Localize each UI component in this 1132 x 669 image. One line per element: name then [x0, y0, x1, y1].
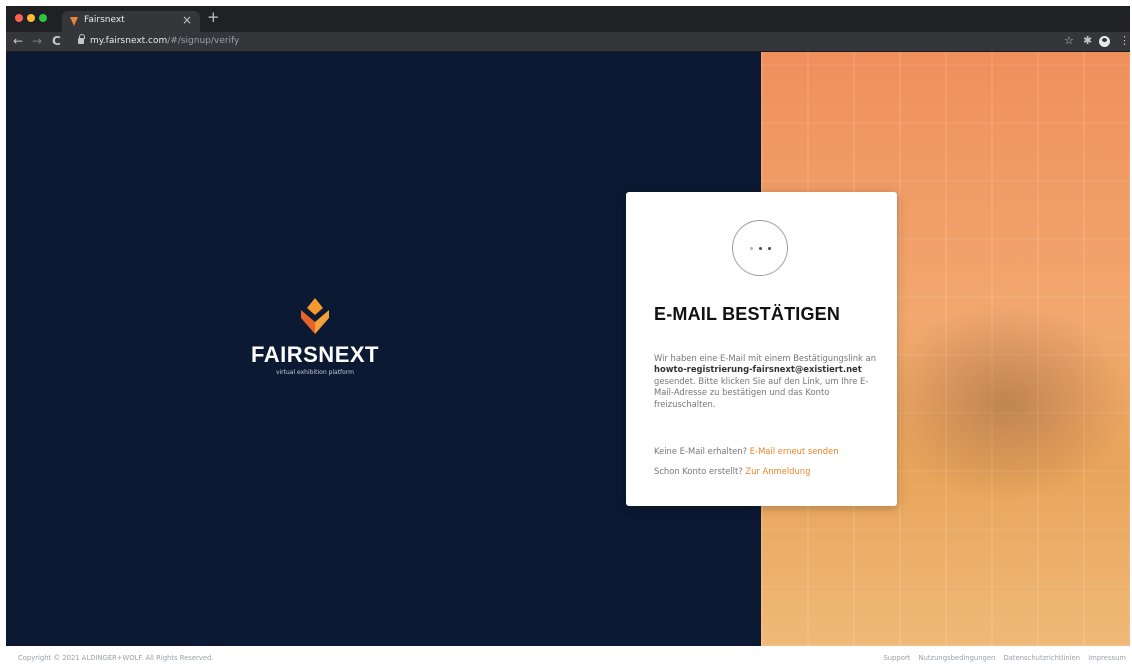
minimize-window-button[interactable]	[27, 14, 35, 22]
close-tab-icon[interactable]: ×	[182, 13, 192, 27]
favicon-icon	[70, 17, 78, 26]
lock-icon	[78, 34, 85, 44]
address-bar[interactable]: my.fairsnext.com/#/signup/verify	[90, 36, 239, 46]
tab-title: Fairsnext	[84, 15, 125, 25]
url-path: /#/signup/verify	[167, 36, 240, 46]
maximize-window-button[interactable]	[39, 14, 47, 22]
login-line: Schon Konto erstellt? Zur Anmeldung	[654, 466, 810, 476]
new-tab-button[interactable]: +	[207, 10, 220, 25]
message-text-after: gesendet. Bitte klicken Sie auf den Link…	[654, 375, 869, 409]
page-footer: Copyright © 2021 ALDINGER+WOLF. All Righ…	[0, 646, 1132, 669]
verify-message: Wir haben eine E-Mail mit einem Bestätig…	[654, 353, 876, 410]
logo-tagline: virtual exhibition platform	[275, 369, 355, 376]
tab-bar: Fairsnext × +	[6, 6, 1130, 32]
profile-icon[interactable]	[1099, 36, 1110, 47]
logo-wordmark: FAIRSNEXT	[251, 342, 379, 367]
verify-email-card: E-MAIL BESTÄTIGEN Wir haben eine E-Mail …	[626, 192, 897, 506]
bookmark-star-icon[interactable]: ☆	[1064, 34, 1074, 48]
footer-links: Support Nutzungsbedingungen Datenschutzr…	[877, 654, 1126, 662]
page-title: E-MAIL BESTÄTIGEN	[654, 304, 841, 324]
url-host: my.fairsnext.com	[90, 36, 168, 46]
copyright-text: Copyright © 2021 ALDINGER+WOLF. All Righ…	[18, 654, 214, 662]
close-window-button[interactable]	[15, 14, 23, 22]
login-prompt: Schon Konto erstellt?	[654, 466, 743, 476]
loading-spinner-icon	[732, 220, 788, 276]
browser-menu-icon[interactable]: ⋮	[1119, 34, 1130, 48]
browser-window: Fairsnext × + ← → C my.fairsnext.com/#/s…	[6, 6, 1130, 646]
resend-email-link[interactable]: E-Mail erneut senden	[750, 446, 839, 456]
back-button[interactable]: ←	[13, 33, 23, 49]
extensions-icon[interactable]: ✱	[1083, 34, 1092, 48]
login-link[interactable]: Zur Anmeldung	[745, 466, 810, 476]
browser-toolbar: ← → C my.fairsnext.com/#/signup/verify ☆…	[6, 32, 1130, 52]
footer-link-terms[interactable]: Nutzungsbedingungen	[918, 654, 995, 662]
footer-link-imprint[interactable]: Impressum	[1088, 654, 1126, 662]
fairsnext-logo: FAIRSNEXT virtual exhibition platform	[250, 298, 380, 376]
message-text-before: Wir haben eine E-Mail mit einem Bestätig…	[654, 353, 877, 363]
signup-verify-page: FAIRSNEXT virtual exhibition platform E-…	[6, 52, 1130, 646]
resend-line: Keine E-Mail erhalten? E-Mail erneut sen…	[654, 446, 839, 456]
footer-link-support[interactable]: Support	[883, 654, 910, 662]
logo-mark-icon	[301, 298, 329, 334]
footer-link-privacy[interactable]: Datenschutzrichtlinien	[1004, 654, 1081, 662]
forward-button[interactable]: →	[32, 33, 42, 49]
reload-button[interactable]: C	[52, 33, 61, 49]
tab-fairsnext[interactable]: Fairsnext ×	[62, 11, 200, 32]
email-address: howto-registrierung-fairsnext@existiert.…	[654, 364, 862, 375]
resend-prompt: Keine E-Mail erhalten?	[654, 446, 748, 456]
